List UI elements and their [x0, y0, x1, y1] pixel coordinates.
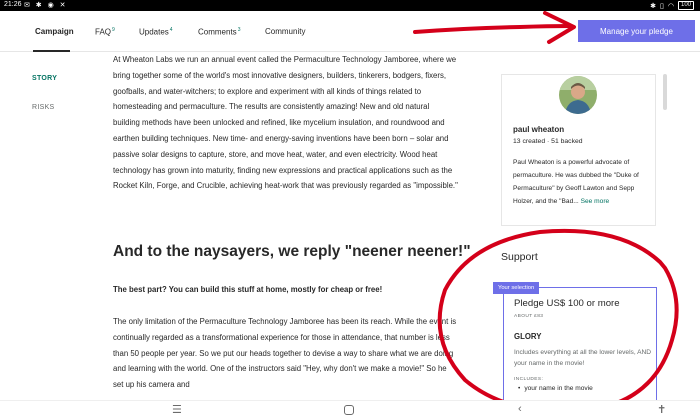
story-heading: And to the naysayers, we reply "neener n…	[113, 243, 471, 260]
tab-campaign[interactable]: Campaign	[35, 27, 74, 36]
story-paragraph: The only limitation of the Permaculture …	[113, 317, 457, 390]
tab-updates[interactable]: Updates4	[139, 27, 173, 37]
reward-name: GLORY	[514, 332, 542, 341]
status-right-icons: ✱ ▯ ◠ 100	[650, 1, 694, 10]
active-tab-indicator	[33, 50, 70, 52]
accessibility-icon[interactable]: ✝	[657, 403, 666, 416]
sidebar-item-story[interactable]: STORY	[32, 75, 57, 82]
tab-faq[interactable]: FAQ9	[95, 27, 115, 37]
selection-badge: Your selection	[493, 282, 540, 294]
tab-comments[interactable]: Comments3	[198, 27, 240, 37]
reward-card[interactable]: Pledge US$ 100 or more ABOUT £83 GLORY I…	[503, 287, 657, 402]
story-body: At Wheaton Labs we run an annual event c…	[113, 52, 458, 194]
reward-includes-label: INCLUDES:	[514, 377, 544, 382]
campaign-nav: Campaign FAQ9 Updates4 Comments3 Communi…	[0, 11, 700, 52]
bluetooth-icon: ✱	[650, 2, 657, 10]
status-bar: 21:26 ✉ ✱ ◉ ✕ ✱ ▯ ◠ 100	[0, 0, 700, 11]
tab-community[interactable]: Community	[265, 27, 305, 36]
story-body-2: The only limitation of the Permaculture …	[113, 314, 458, 393]
status-time: 21:26	[4, 1, 22, 8]
creator-avatar[interactable]	[559, 76, 597, 114]
back-icon[interactable]: ‹	[518, 403, 522, 415]
reward-include-item: your name in the movie	[518, 385, 593, 392]
creator-name[interactable]: paul wheaton	[513, 125, 564, 134]
manage-pledge-button[interactable]: Manage your pledge	[578, 20, 695, 42]
creator-card: paul wheaton 13 created · 51 backed Paul…	[501, 74, 656, 226]
vibrate-icon: ▯	[660, 2, 664, 10]
status-notification-icons: ✉ ✱ ◉ ✕	[24, 2, 68, 9]
story-subheading: The best part? You can build this stuff …	[113, 285, 383, 294]
story-paragraph: At Wheaton Labs we run an annual event c…	[113, 55, 458, 191]
sidebar-item-risks[interactable]: RISKS	[32, 104, 55, 111]
creator-bio: Paul Wheaton is a powerful advocate of p…	[513, 159, 639, 205]
see-more-link[interactable]: See more	[581, 198, 610, 205]
reward-description: Includes everything at all the lower lev…	[514, 349, 652, 367]
system-nav-bar: ☰ ‹ ✝	[0, 400, 700, 420]
recents-icon[interactable]: ☰	[172, 403, 182, 416]
wifi-icon: ◠	[667, 2, 674, 10]
reward-amount: Pledge US$ 100 or more	[514, 298, 620, 309]
reward-converted-amount: ABOUT £83	[514, 314, 544, 319]
battery-icon: 100	[677, 1, 694, 10]
support-title: Support	[501, 251, 538, 263]
creator-stats: 13 created · 51 backed	[513, 138, 583, 145]
home-icon[interactable]	[344, 405, 354, 415]
scrollbar[interactable]	[663, 74, 667, 110]
